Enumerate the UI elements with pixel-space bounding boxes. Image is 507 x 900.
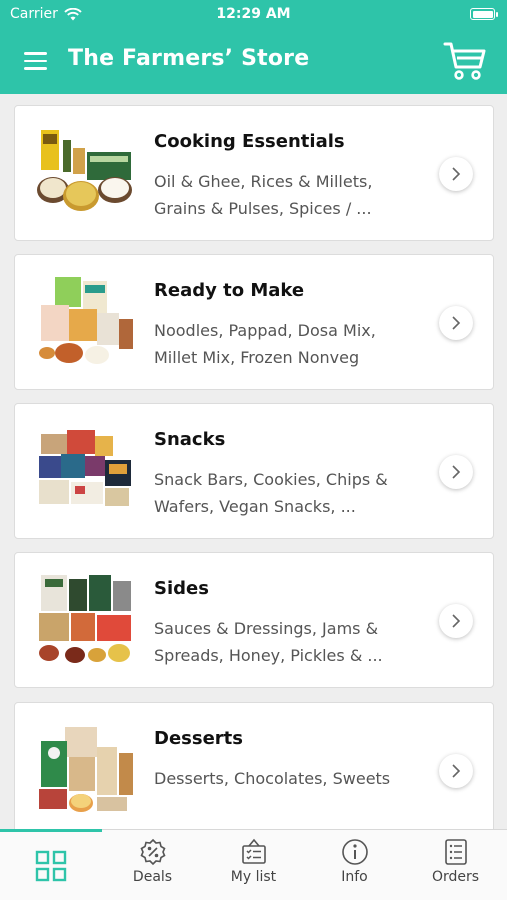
- status-time: 12:29 AM: [216, 6, 291, 22]
- snacks-image: [39, 430, 131, 506]
- tab-categories[interactable]: [0, 830, 101, 900]
- bottom-tab-bar: Deals My list Info Orders: [0, 829, 507, 900]
- basket-list-icon: [241, 838, 266, 864]
- tab-deals[interactable]: Deals: [102, 830, 203, 900]
- category-title: Cooking Essentials: [154, 131, 345, 152]
- tab-label: My list: [230, 869, 277, 885]
- chevron-right-icon[interactable]: [439, 306, 473, 340]
- cooking-essentials-image: [37, 130, 132, 211]
- app-header: Carrier 12:29 AM The Farmers’ Store: [0, 0, 507, 94]
- category-card-desserts[interactable]: Desserts Desserts, Chocolates, Sweets: [14, 702, 494, 838]
- info-icon: [341, 839, 368, 865]
- orders-list-icon: [444, 839, 467, 865]
- chevron-right-icon[interactable]: [439, 754, 473, 788]
- nav-row: The Farmers’ Store: [0, 38, 507, 84]
- category-title: Snacks: [154, 429, 226, 450]
- category-card-ready-to-make[interactable]: Ready to Make Noodles, Pappad, Dosa Mix,…: [14, 254, 494, 390]
- tab-label: Orders: [431, 869, 480, 885]
- ready-to-make-image: [39, 277, 133, 364]
- status-bar: Carrier 12:29 AM: [0, 0, 507, 28]
- category-card-cooking-essentials[interactable]: Cooking Essentials Oil & Ghee, Rices & M…: [14, 105, 494, 241]
- category-subtitle: Oil & Ghee, Rices & Millets, Grains & Pu…: [154, 172, 373, 218]
- category-subtitle: Desserts, Chocolates, Sweets: [154, 769, 391, 788]
- cart-icon[interactable]: [443, 41, 487, 81]
- chevron-right-icon[interactable]: [439, 157, 473, 191]
- tab-label: Deals: [132, 869, 173, 885]
- category-subtitle: Sauces & Dressings, Jams & Spreads, Hone…: [154, 619, 383, 665]
- category-subtitle: Snack Bars, Cookies, Chips & Wafers, Veg…: [154, 470, 388, 516]
- category-card-snacks[interactable]: Snacks Snack Bars, Cookies, Chips & Wafe…: [14, 403, 494, 539]
- tab-orders[interactable]: Orders: [405, 830, 506, 900]
- page-title: The Farmers’ Store: [68, 46, 310, 71]
- tab-info[interactable]: Info: [304, 830, 405, 900]
- category-card-sides[interactable]: Sides Sauces & Dressings, Jams & Spreads…: [14, 552, 494, 688]
- desserts-image: [39, 727, 133, 812]
- category-title: Sides: [154, 578, 209, 599]
- tab-my-list[interactable]: My list: [203, 830, 304, 900]
- deals-badge-icon: [139, 838, 166, 866]
- chevron-right-icon[interactable]: [439, 604, 473, 638]
- battery-icon: [470, 8, 498, 20]
- menu-icon[interactable]: [24, 52, 47, 70]
- grid-icon: [35, 850, 66, 882]
- chevron-right-icon[interactable]: [439, 455, 473, 489]
- tab-label: Info: [341, 869, 368, 885]
- category-title: Ready to Make: [154, 280, 305, 301]
- sides-image: [39, 575, 131, 663]
- category-title: Desserts: [154, 728, 243, 749]
- category-subtitle: Noodles, Pappad, Dosa Mix, Millet Mix, F…: [154, 321, 376, 367]
